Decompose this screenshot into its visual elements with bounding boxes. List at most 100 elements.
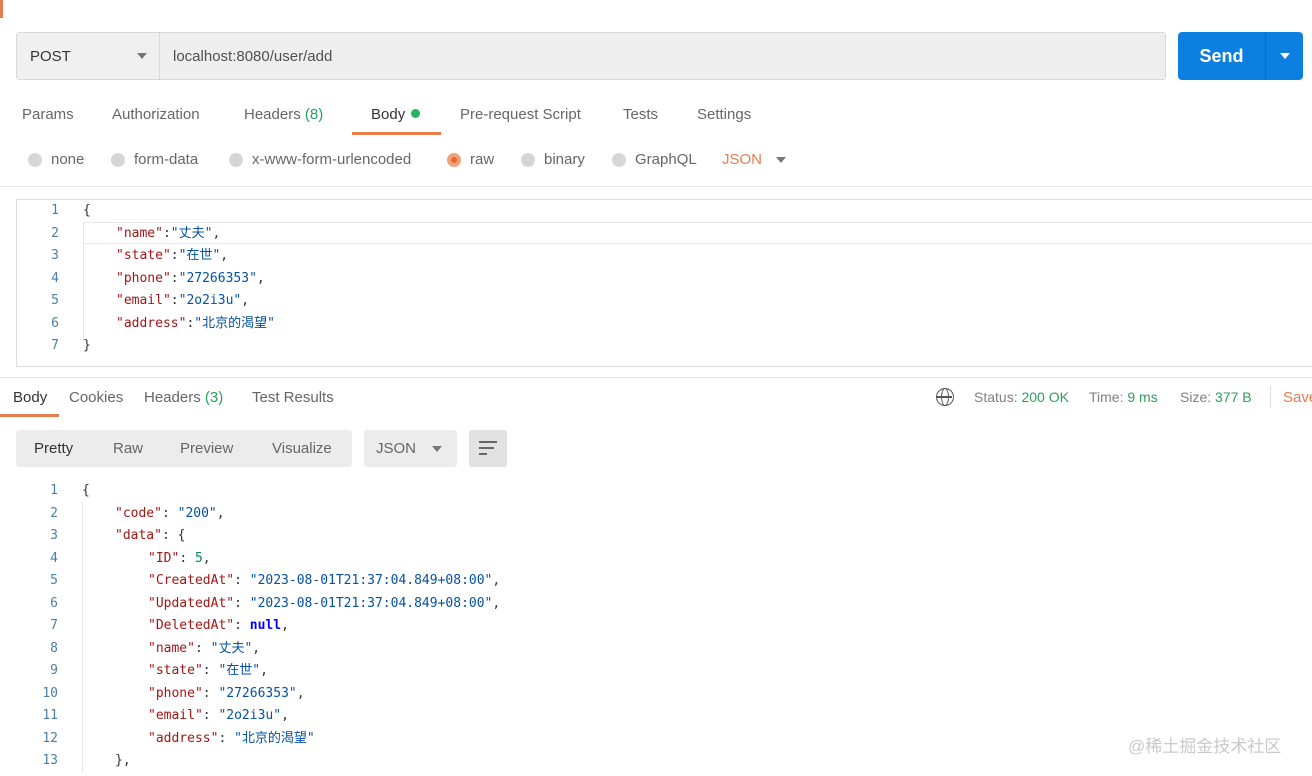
response-body-viewer[interactable]: 1{2 "code": "200", 3 "data": {4 "ID": 5, 5 "Cr…: [16, 480, 1312, 776]
view-raw-button[interactable]: Raw: [113, 440, 143, 457]
line-number: 7: [50, 618, 58, 633]
tab-label: Body: [13, 389, 48, 406]
tab-label: Headers: [244, 106, 301, 123]
json-separator: :: [202, 708, 219, 723]
radio-none[interactable]: none: [28, 151, 84, 168]
json-value: "北京的渴望": [194, 315, 275, 331]
radio-label: x-www-form-urlencoded: [252, 151, 412, 168]
view-preview-button[interactable]: Preview: [180, 440, 233, 457]
code-line: 1{: [17, 200, 1312, 222]
status-label: Status:: [974, 389, 1018, 405]
code-line: 13},: [16, 750, 1312, 772]
tab-pre-request-script[interactable]: Pre-request Script: [460, 106, 581, 123]
code-line: 11 "email": "2o2i3u",: [16, 705, 1312, 727]
time-readout: Time: 9 ms: [1089, 389, 1158, 405]
code-line: 7}: [17, 335, 1312, 357]
divider: [1270, 386, 1271, 408]
json-key: "ID": [148, 550, 180, 566]
json-value: "2023-08-01T21:37:04.849+08:00": [249, 573, 493, 588]
raw-format-label: JSON: [722, 151, 763, 168]
json-key: "DeletedAt": [148, 618, 235, 633]
tab-count: (8): [304, 106, 324, 123]
json-separator: :: [202, 685, 219, 701]
raw-format-select[interactable]: JSON: [722, 151, 787, 168]
json-separator: :: [234, 618, 250, 633]
tab-response-body[interactable]: Body: [13, 389, 47, 406]
tab-params[interactable]: Params: [22, 106, 74, 123]
json-key: "email": [116, 293, 171, 308]
chevron-down-icon: [137, 53, 147, 59]
json-value: "在世": [218, 663, 261, 678]
code-text: "email": "2o2i3u",: [148, 705, 289, 727]
request-body-editor[interactable]: 1{2 "name":"丈夫", 3 "state":"在世", 4 "phone":"2…: [16, 199, 1312, 367]
code-line: 7 "DeletedAt": null,: [16, 615, 1312, 637]
json-separator: :: [179, 550, 195, 566]
radio-raw[interactable]: raw: [447, 151, 494, 168]
code-text: {: [83, 200, 91, 222]
json-separator: :: [234, 595, 250, 611]
code-text: },: [115, 750, 131, 772]
radio-binary[interactable]: binary: [521, 151, 585, 168]
radio-urlencoded[interactable]: x-www-form-urlencoded: [229, 151, 411, 168]
json-key: "state": [116, 248, 171, 263]
response-view-switch: Pretty Raw Preview Visualize: [16, 430, 352, 467]
code-text: "CreatedAt": "2023-08-01T21:37:04.849+08…: [148, 570, 500, 592]
json-value: "丈夫": [210, 640, 253, 656]
json-punctuation: ,: [256, 270, 265, 286]
code-line: 6 "UpdatedAt": "2023-08-01T21:37:04.849+0…: [16, 593, 1312, 615]
response-format-select[interactable]: JSON: [364, 430, 457, 467]
json-value: "2023-08-01T21:37:04.849+08:00": [249, 595, 493, 611]
tab-headers[interactable]: Headers (8): [244, 106, 323, 123]
code-line: 1{: [16, 480, 1312, 502]
tab-authorization[interactable]: Authorization: [112, 106, 200, 123]
code-line: 9 "state": "在世",: [16, 660, 1312, 682]
request-tabs: Params Authorization Headers (8) Body Pr…: [0, 96, 1312, 136]
line-number: 5: [50, 573, 58, 588]
wrap-lines-button[interactable]: [469, 430, 507, 467]
send-button[interactable]: Send: [1178, 32, 1265, 80]
tab-count: (3): [204, 389, 224, 406]
divider: [0, 186, 1312, 187]
wrap-icon: [479, 441, 497, 443]
line-number: 2: [50, 505, 58, 521]
json-separator: :: [161, 505, 178, 521]
code-line: 4 "phone":"27266353",: [17, 268, 1312, 290]
radio-selected-icon: [447, 152, 461, 167]
line-number: 5: [51, 293, 59, 308]
json-punctuation: ,: [202, 550, 211, 566]
method-select[interactable]: POST: [17, 33, 160, 79]
tab-body[interactable]: Body: [371, 106, 421, 123]
request-bar: POST localhost:8080/user/add: [16, 32, 1166, 80]
code-text: {: [82, 480, 90, 502]
save-response-button[interactable]: Save: [1283, 389, 1312, 406]
url-input[interactable]: localhost:8080/user/add: [160, 33, 1165, 79]
radio-icon: [229, 152, 243, 167]
tab-label: Headers: [144, 389, 201, 406]
send-options-button[interactable]: [1265, 32, 1303, 80]
globe-icon[interactable]: [936, 388, 954, 406]
json-value: "丈夫": [170, 225, 213, 241]
json-key: "phone": [116, 270, 171, 286]
json-key: "email": [148, 708, 203, 723]
json-value: "2o2i3u": [178, 293, 242, 308]
view-pretty-button[interactable]: Pretty: [34, 440, 73, 457]
json-punctuation: {: [82, 483, 90, 498]
tab-test-results[interactable]: Test Results: [252, 389, 334, 406]
radio-label: form-data: [134, 151, 199, 168]
tab-response-headers[interactable]: Headers (3): [144, 389, 223, 406]
code-line: 2 "name":"丈夫",: [17, 223, 1312, 245]
tab-settings[interactable]: Settings: [697, 106, 751, 123]
tab-tests[interactable]: Tests: [623, 106, 658, 123]
view-visualize-button[interactable]: Visualize: [272, 440, 332, 457]
tab-cookies[interactable]: Cookies: [69, 389, 123, 406]
json-punctuation: ,: [260, 663, 268, 678]
line-number: 1: [50, 483, 58, 498]
line-number: 8: [50, 640, 58, 656]
json-key: "address": [148, 730, 219, 746]
send-button-group: Send: [1178, 32, 1303, 80]
active-tab-indicator: [352, 132, 441, 135]
json-value: "200": [177, 505, 217, 521]
radio-form-data[interactable]: form-data: [111, 151, 198, 168]
radio-graphql[interactable]: GraphQL: [612, 151, 697, 168]
chevron-down-icon: [1279, 53, 1290, 59]
